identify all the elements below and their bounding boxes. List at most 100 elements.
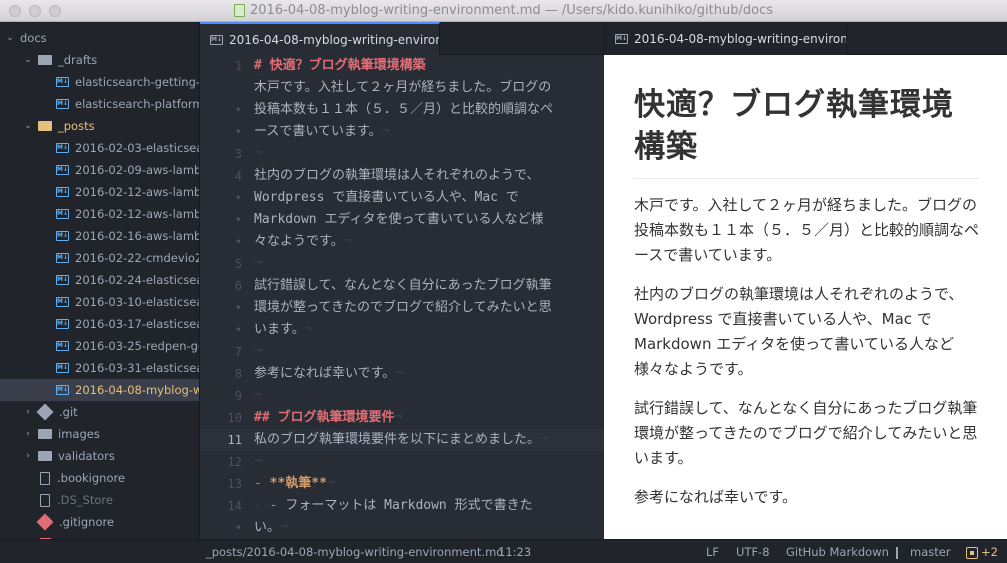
tree-item-label: 2016-03-25-redpen-ge: [75, 339, 199, 353]
code-line[interactable]: ## ブログ執筆環境要件¬: [254, 407, 402, 429]
window-title-text: 2016-04-08-myblog-writing-environment.md…: [249, 3, 774, 18]
status-cursor-position[interactable]: 11:23: [498, 540, 531, 563]
code-line[interactable]: 社内のブログの執筆環境は人それぞれのようで、: [254, 165, 539, 187]
tree-item-label: .gitignore: [59, 515, 115, 529]
code-line[interactable]: ¬: [254, 253, 262, 275]
status-git-branch[interactable]: master: [896, 540, 951, 563]
tree-item[interactable]: M↓ elasticsearch-platform.: [0, 93, 199, 115]
tree-item[interactable]: › validators: [0, 445, 199, 467]
status-line-ending[interactable]: LF: [706, 540, 719, 563]
editor-tab[interactable]: M↓ 2016-04-08-myblog-writing-environm: [200, 22, 440, 55]
tree-item[interactable]: › .git: [0, 401, 199, 423]
code-line[interactable]: 参考になれば幸いです。¬: [254, 363, 403, 385]
markdown-icon: M↓: [56, 319, 69, 329]
line-number: 8: [234, 367, 242, 381]
code-line[interactable]: ··- フォーマットは Markdown 形式で書きた: [254, 495, 533, 517]
tree-item[interactable]: .bookignore: [0, 467, 199, 489]
markdown-icon: M↓: [56, 99, 69, 109]
git-branch-icon: [896, 546, 904, 559]
tree-item-label: 2016-02-24-elasticsea: [75, 273, 199, 287]
chevron-right-icon[interactable]: ›: [22, 429, 34, 439]
tree-item-label: .DS_Store: [57, 493, 113, 507]
tree-item[interactable]: M↓ 2016-02-09-aws-lambc: [0, 159, 199, 181]
git-icon: [36, 403, 54, 421]
zoom-window-button[interactable]: [49, 5, 61, 17]
code-line[interactable]: います。¬: [254, 319, 313, 341]
code-line[interactable]: ¬: [254, 143, 262, 165]
line-number: 3: [234, 147, 242, 161]
tree-item[interactable]: .gitignore: [0, 511, 199, 533]
file-icon: [40, 471, 50, 485]
title-bar: 2016-04-08-myblog-writing-environment.md…: [0, 0, 1007, 22]
tree-item[interactable]: M↓ 2016-03-10-elasticsear: [0, 291, 199, 313]
tree-item[interactable]: › images: [0, 423, 199, 445]
status-grammar[interactable]: GitHub Markdown: [786, 540, 889, 563]
preview-heading: 快適？ブログ執筆環境構築: [634, 84, 979, 179]
status-bar: _posts/2016-04-08-myblog-writing-environ…: [0, 539, 1007, 563]
line-number: •: [234, 323, 242, 337]
tree-item[interactable]: M↓ 2016-03-25-redpen-ge: [0, 335, 199, 357]
tree-item[interactable]: .DS_Store: [0, 489, 199, 511]
code-line[interactable]: 試行錯誤して、なんとなく自分にあったブログ執筆: [254, 275, 552, 297]
git-changes-icon: [966, 546, 978, 559]
tree-item[interactable]: M↓ 2016-02-24-elasticsea: [0, 269, 199, 291]
code-line[interactable]: 私のブログ執筆環境要件を以下にまとめました。¬: [254, 429, 548, 451]
code-line[interactable]: 環境が整ってきたのでブログで紹介してみたいと思: [254, 297, 552, 319]
chevron-down-icon[interactable]: ⌄: [4, 33, 16, 43]
tree-item[interactable]: M↓ 2016-02-12-aws-lambc: [0, 181, 199, 203]
code-line[interactable]: 投稿本数も１１本（５．５／月）と比較的順調なペ: [254, 99, 553, 121]
line-number: 5: [234, 257, 242, 271]
markdown-icon: M↓: [56, 275, 69, 285]
chevron-right-icon[interactable]: ›: [22, 451, 34, 461]
tree-item[interactable]: M↓ 2016-02-03-elasticsea: [0, 137, 199, 159]
window-title: 2016-04-08-myblog-writing-environment.md…: [233, 3, 774, 18]
tree-item-label: 2016-02-16-aws-lambc: [75, 229, 199, 243]
code-line[interactable]: ースで書いています。¬: [254, 121, 390, 143]
editor-tab-bar: M↓ 2016-04-08-myblog-writing-environm: [200, 22, 604, 55]
code-line[interactable]: ¬: [254, 341, 262, 363]
tree-item[interactable]: M↓ 2016-02-12-aws-lambc: [0, 203, 199, 225]
status-git-changes[interactable]: +2: [966, 540, 998, 563]
tree-item-label: 2016-02-09-aws-lambc: [75, 163, 199, 177]
markdown-file-icon: [233, 4, 245, 17]
preview-tab[interactable]: M↓ 2016-04-08-myblog-writing-environm: [605, 22, 847, 55]
minimize-window-button[interactable]: [29, 5, 41, 17]
editor-text[interactable]: # 快適？ブログ執筆環境構築 木戸です。入社して２ヶ月が経ちました。ブログの 投稿本…: [254, 55, 604, 539]
code-line[interactable]: 々なようです。¬: [254, 231, 352, 253]
editor-pane[interactable]: M↓ 2016-04-08-myblog-writing-environm 1 •…: [199, 22, 604, 539]
line-number: 12: [227, 455, 242, 469]
chevron-down-icon[interactable]: ⌄: [22, 121, 34, 131]
editor-tab-label: 2016-04-08-myblog-writing-environm: [229, 32, 440, 47]
line-number: 9: [234, 389, 242, 403]
tree-item[interactable]: M↓ 2016-03-31-elasticsear: [0, 357, 199, 379]
tree-item[interactable]: ⌄ docs: [0, 27, 199, 49]
preview-tab-label: 2016-04-08-myblog-writing-environm: [634, 31, 847, 46]
tree-item[interactable]: M↓ 2016-02-22-cmdevio20: [0, 247, 199, 269]
code-line[interactable]: 木戸です。入社して２ヶ月が経ちました。ブログの: [254, 77, 551, 99]
git-branch-name: master: [910, 545, 951, 559]
preview-tab-bar: M↓ 2016-04-08-myblog-writing-environm: [604, 22, 1007, 55]
tree-item-label: 2016-03-31-elasticsear: [75, 361, 199, 375]
status-file-path[interactable]: _posts/2016-04-08-myblog-writing-environ…: [206, 540, 504, 563]
code-line[interactable]: ¬: [254, 385, 262, 407]
tree-item[interactable]: M↓ 2016-03-17-elasticsear: [0, 313, 199, 335]
folder-icon: [38, 55, 52, 65]
status-encoding[interactable]: UTF-8: [736, 540, 770, 563]
close-window-button[interactable]: [9, 5, 21, 17]
line-number: •: [234, 521, 242, 535]
chevron-right-icon[interactable]: ›: [22, 407, 34, 417]
code-line[interactable]: ¬: [254, 451, 262, 473]
code-line[interactable]: # 快適？ブログ執筆環境構築: [254, 55, 426, 77]
code-line[interactable]: - **執筆**¬: [254, 473, 335, 495]
tree-item-label: 2016-02-22-cmdevio20: [75, 251, 199, 265]
chevron-down-icon[interactable]: ⌄: [22, 55, 34, 65]
code-line[interactable]: Wordpress で直接書いている人や、Mac で: [254, 187, 519, 209]
line-number: •: [234, 103, 242, 117]
tree-item[interactable]: ⌄ _posts: [0, 115, 199, 137]
tree-item[interactable]: M↓ 2016-02-16-aws-lambc: [0, 225, 199, 247]
code-line[interactable]: Markdown エディタを使って書いている人など様: [254, 209, 544, 231]
tree-item[interactable]: ⌄ _drafts: [0, 49, 199, 71]
code-line[interactable]: い。¬: [254, 517, 288, 539]
tree-item[interactable]: M↓ 2016-04-08-myblog-w: [0, 379, 199, 401]
tree-item[interactable]: M↓ elasticsearch-getting-s: [0, 71, 199, 93]
